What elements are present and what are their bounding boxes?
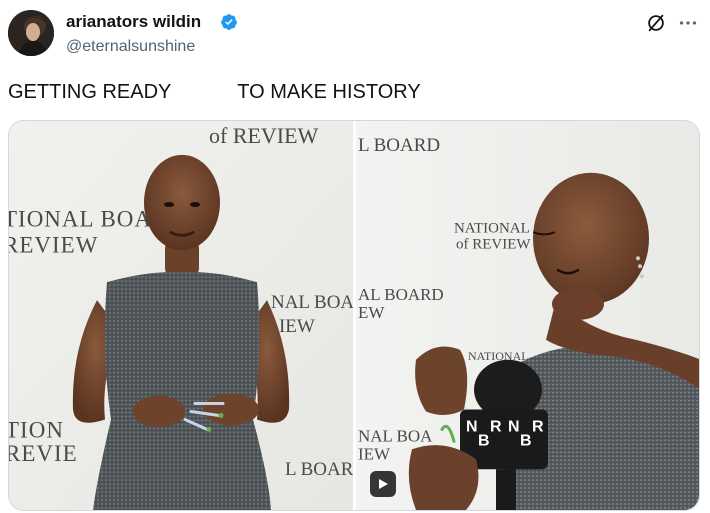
backdrop-text: L BOARD [358, 135, 440, 156]
play-icon [379, 479, 388, 489]
backdrop-text: TIONAL BOA [9, 207, 152, 232]
verified-badge-icon [221, 14, 237, 30]
backdrop-text: NATIONAL [454, 220, 530, 236]
author-display-name[interactable]: arianators wildin [66, 12, 201, 32]
video-thumbnail: L BOARD NATIONAL of REVIEW AL BOARD EW N… [356, 121, 699, 510]
play-button[interactable] [370, 471, 396, 497]
backdrop-text: REVIE [9, 441, 78, 466]
avatar[interactable] [8, 10, 54, 56]
backdrop-text: L BOAR [285, 459, 353, 480]
mic-flag-letter: B [478, 432, 490, 449]
mic-flag-letter: N [508, 418, 520, 435]
mic-flag-letter: R [532, 418, 544, 435]
tweet-text: GETTING READY TO MAKE HISTORY [8, 81, 421, 103]
backdrop-text: TION [9, 417, 64, 442]
mic-flag-letter: B [520, 432, 532, 449]
media-grid: of REVIEW TIONAL BOA REVIEW NAL BOA IEW … [8, 120, 700, 511]
backdrop-text: AL BOARD [358, 285, 444, 304]
mic-flag-letter: N [466, 418, 478, 435]
more-horizontal-icon[interactable] [677, 12, 699, 34]
backdrop-text: EW [358, 303, 384, 322]
profile-avatar-icon [8, 10, 54, 56]
photo-left[interactable]: of REVIEW TIONAL BOA REVIEW NAL BOA IEW … [9, 121, 353, 510]
backdrop-text: of REVIEW [456, 236, 531, 252]
mic-flag-letter: R [490, 418, 502, 435]
backdrop-text: NAL BOA [271, 292, 353, 313]
backdrop-text: NAL BOA [358, 426, 433, 445]
backdrop-text: REVIEW [9, 232, 98, 257]
backdrop-text: IEW [279, 316, 315, 337]
video-right[interactable]: L BOARD NATIONAL of REVIEW AL BOARD EW N… [356, 121, 699, 510]
backdrop-text: NATIONAL [468, 349, 529, 363]
backdrop-text: of REVIEW [209, 123, 319, 148]
grok-slash-icon[interactable] [645, 12, 667, 34]
photo-illustration: of REVIEW TIONAL BOA REVIEW NAL BOA IEW … [9, 121, 353, 510]
author-handle[interactable]: @eternalsunshine [66, 37, 195, 57]
backdrop-text: IEW [358, 444, 390, 463]
